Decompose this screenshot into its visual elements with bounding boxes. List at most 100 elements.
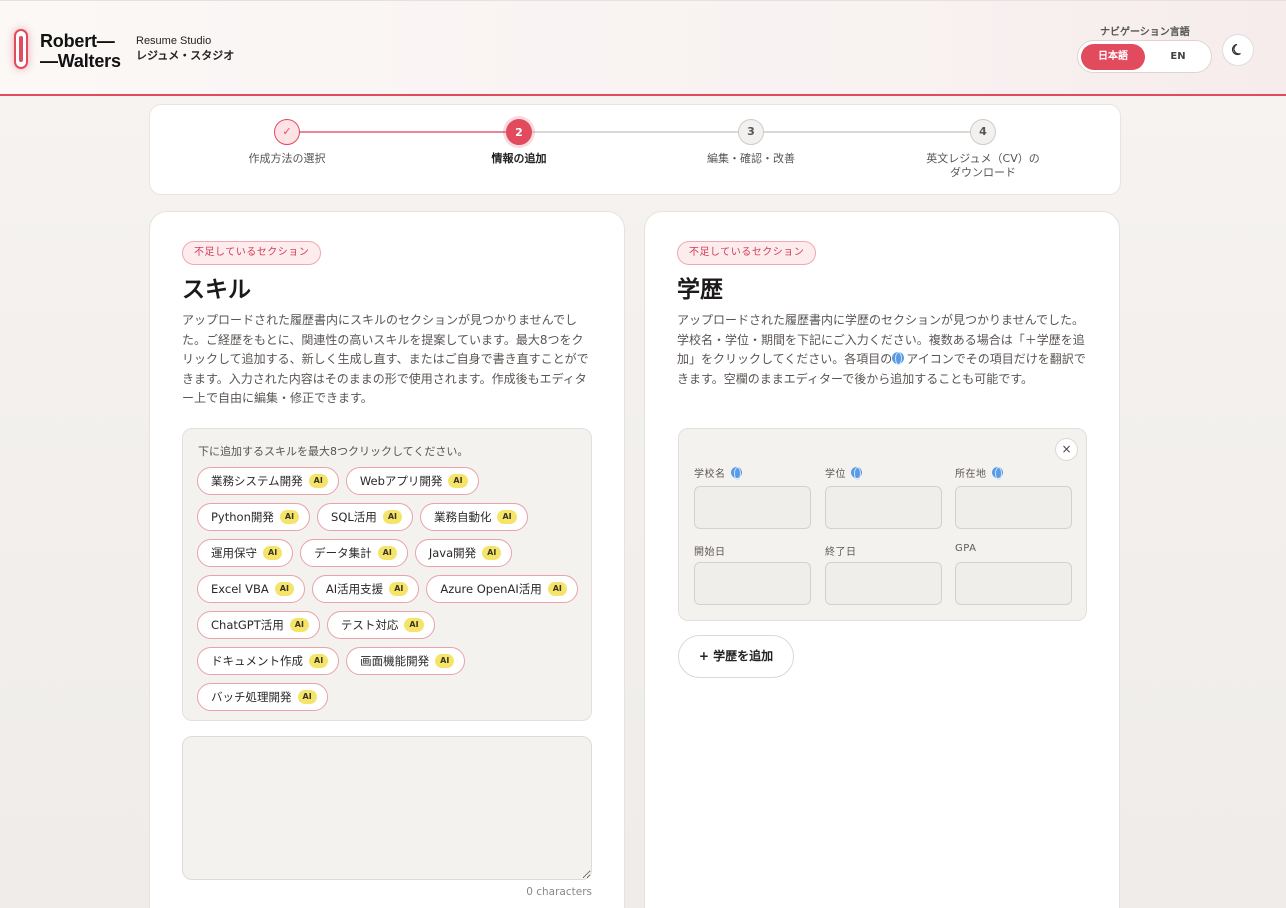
education-entry: × 学校名 学位 所在地 開始日 終了日 GPA (678, 428, 1087, 621)
nav-language-label: ナビゲーション言語 (1100, 27, 1190, 38)
skill-chip-label: 業務自動化 (433, 510, 492, 524)
ai-badge: AI (547, 582, 567, 596)
app-header: Robert— —Walters Resume Studio レジュメ・スタジオ… (0, 0, 1286, 96)
school-input[interactable] (694, 486, 811, 529)
ai-badge: AI (389, 582, 409, 596)
step-connector-3 (751, 131, 983, 133)
skill-chip-list: 業務システム開発 AI Webアプリ開発 AI Python開発 AI SQL活用 AI 業務自… (197, 467, 582, 711)
location-input[interactable] (955, 486, 1072, 529)
skill-suggestions-prompt: 下に追加するスキルを最大8つクリックしてください。 (198, 445, 469, 458)
skills-card: 不足しているセクション スキル アップロードされた履歴書内にスキルのセクションが… (149, 211, 625, 908)
skill-chip[interactable]: ドキュメント作成 AI (197, 647, 340, 675)
skill-chip[interactable]: バッチ処理開発 AI (197, 683, 328, 711)
location-label: 所在地 (955, 465, 1005, 480)
ai-badge: AI (404, 618, 424, 632)
company-logo[interactable]: Robert— —Walters (40, 31, 121, 71)
logo-line-2: —Walters (40, 51, 121, 71)
skill-chip-label: ドキュメント作成 (211, 654, 303, 668)
skill-chip-label: Azure OpenAI活用 (440, 582, 542, 596)
step-3-number: 3 (738, 119, 764, 145)
translate-degree-globe-icon[interactable] (851, 467, 862, 480)
degree-label: 学位 (825, 465, 864, 480)
ai-badge: AI (377, 546, 397, 560)
remove-entry-button[interactable]: × (1055, 438, 1078, 461)
skill-chip-label: SQL活用 (331, 510, 377, 524)
translate-location-globe-icon[interactable] (991, 467, 1003, 480)
skills-title: スキル (182, 277, 251, 303)
globe-icon (892, 352, 905, 365)
skill-chip[interactable]: Excel VBA AI (197, 575, 305, 603)
ai-badge: AI (482, 546, 502, 560)
skill-chip[interactable]: Java開発 AI (414, 539, 513, 567)
missing-section-badge: 不足しているセクション (677, 241, 817, 265)
ai-badge: AI (297, 690, 317, 704)
skill-chip[interactable]: データ集計 AI (300, 539, 408, 567)
start-date-input[interactable] (694, 562, 811, 605)
education-title: 学歴 (677, 277, 723, 303)
step-1-check-icon[interactable]: ✓ (274, 119, 300, 145)
theme-toggle-button[interactable] (1222, 34, 1254, 66)
translate-school-globe-icon[interactable] (730, 467, 742, 480)
ai-badge: AI (435, 654, 455, 668)
skill-chip-label: AI活用支援 (325, 582, 384, 596)
product-name: Resume Studio レジュメ・スタジオ (136, 34, 234, 64)
character-count: 0 characters (526, 886, 592, 898)
step-4-label: 英文レジュメ（CV）の ダウンロード (926, 152, 1040, 179)
step-connector-1 (287, 131, 519, 133)
lang-en-button[interactable]: EN (1146, 44, 1210, 70)
step-1-label[interactable]: 作成方法の選択 (207, 152, 367, 166)
gpa-input[interactable] (955, 562, 1072, 605)
ai-badge: AI (497, 510, 517, 524)
skill-chip[interactable]: SQL活用 AI (317, 503, 413, 531)
ai-badge: AI (448, 474, 468, 488)
ai-badge: AI (263, 546, 283, 560)
moon-icon (1231, 43, 1241, 56)
end-date-label: 終了日 (825, 547, 857, 558)
skill-chip-label: Java開発 (428, 546, 477, 560)
skill-chip-label: データ集計 (314, 546, 372, 560)
step-3-label: 編集・確認・改善 (707, 152, 795, 165)
step-4-number: 4 (970, 119, 996, 145)
skill-chip[interactable]: 画面機能開発 AI (346, 647, 466, 675)
logo-line-1: Robert— (40, 31, 115, 51)
missing-section-badge: 不足しているセクション (182, 241, 322, 265)
skill-chip-label: 画面機能開発 (360, 654, 430, 668)
step-2-label: 情報の追加 (491, 152, 547, 165)
education-description: アップロードされた履歴書内に学歴のセクションが見つかりませんでした。学校名・学位… (677, 311, 1089, 389)
skill-chip[interactable]: Azure OpenAI活用 AI (426, 575, 578, 603)
skill-chip-label: Webアプリ開発 (359, 474, 443, 488)
skill-suggestions-panel: 下に追加するスキルを最大8つクリックしてください。 業務システム開発 AI Webア… (182, 428, 592, 721)
skill-chip[interactable]: 業務自動化 AI (419, 503, 528, 531)
skills-textarea[interactable] (182, 736, 592, 880)
progress-stepper: ✓ 2 3 4 作成方法の選択 情報の追加 編集・確認・改善 英文レジュメ（CV… (149, 104, 1121, 195)
education-card: 不足しているセクション 学歴 アップロードされた履歴書内に学歴のセクションが見つ… (644, 211, 1120, 908)
gpa-label: GPA (955, 543, 977, 554)
school-label: 学校名 (694, 465, 744, 480)
ai-badge: AI (308, 474, 328, 488)
skill-chip[interactable]: Webアプリ開発 AI (345, 467, 479, 495)
skill-chip[interactable]: テスト対応 AI (326, 611, 435, 639)
skills-description: アップロードされた履歴書内にスキルのセクションが見つかりませんでした。ご経歴をも… (182, 313, 589, 405)
step-2-number: 2 (506, 119, 532, 145)
ai-badge: AI (274, 582, 294, 596)
add-education-button[interactable]: + 学歴を追加 (678, 635, 794, 678)
ai-badge: AI (279, 510, 300, 524)
start-date-label: 開始日 (694, 547, 726, 558)
skill-chip-label: テスト対応 (340, 618, 399, 632)
language-toggle: 日本語 EN (1077, 40, 1212, 73)
skill-chip[interactable]: 業務システム開発 AI (197, 467, 339, 495)
skill-chip[interactable]: AI活用支援 AI (311, 575, 420, 603)
product-name-ja: レジュメ・スタジオ (136, 50, 235, 62)
end-date-input[interactable] (825, 562, 942, 605)
ai-badge: AI (382, 510, 402, 524)
step-connector-2 (519, 131, 751, 133)
degree-input[interactable] (825, 486, 942, 529)
skill-chip[interactable]: ChatGPT活用 AI (197, 611, 320, 639)
skill-chip[interactable]: Python開発 AI (197, 503, 311, 531)
lang-ja-button[interactable]: 日本語 (1081, 44, 1145, 70)
skill-chip[interactable]: 運用保守 AI (197, 539, 294, 567)
skill-chip-label: 業務システム開発 (211, 474, 303, 488)
degree-label-text: 学位 (825, 469, 846, 480)
skill-chip-label: 運用保守 (211, 546, 257, 560)
school-label-text: 学校名 (694, 469, 726, 480)
